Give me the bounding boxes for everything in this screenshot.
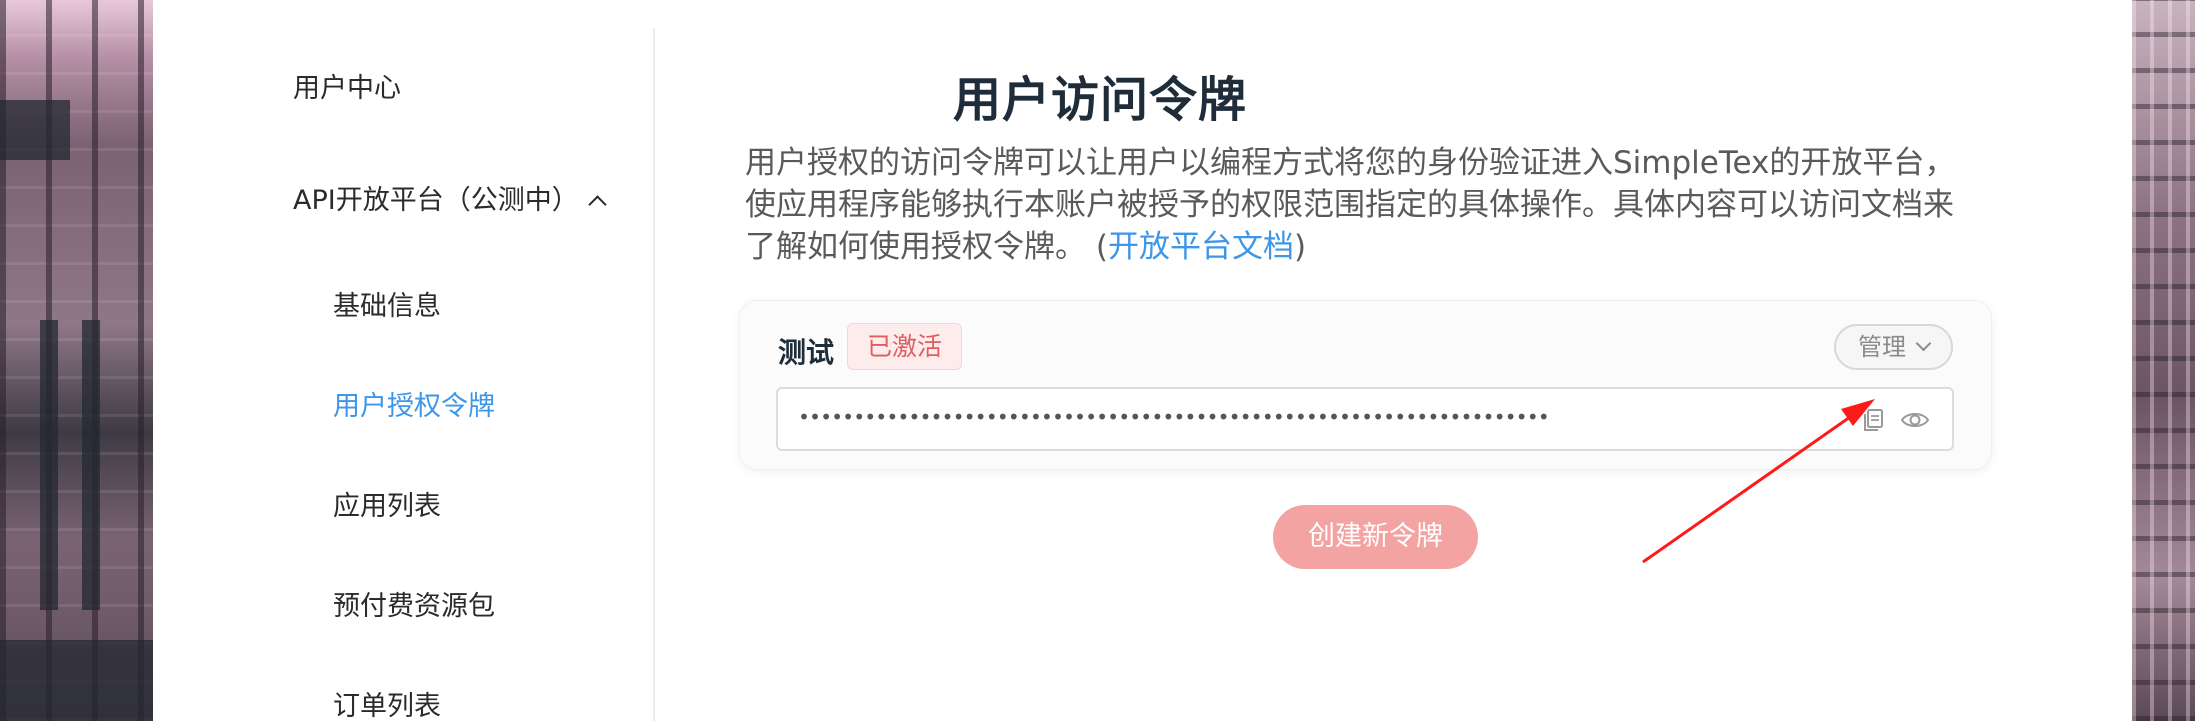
page-container: 用户中心 API开放平台（公测中） 基础信息 用户授权令牌 应用列表 预付费资源… — [153, 0, 2132, 721]
page-title: 用户访问令牌 — [953, 72, 1248, 128]
status-badge: 已激活 — [847, 323, 963, 370]
sidebar-item-label: 基础信息 — [333, 291, 441, 322]
sidebar-item-label: 用户授权令牌 — [333, 391, 495, 422]
token-field[interactable]: ••••••••••••••••••••••••••••••••••••••••… — [776, 387, 1954, 451]
background-photo-left — [0, 0, 153, 721]
sidebar-item-user-tokens[interactable]: 用户授权令牌 — [333, 384, 495, 423]
sidebar-item-label: 预付费资源包 — [333, 591, 495, 622]
description-line: 用户授权的访问令牌可以让用户以编程方式将您的身份验证进入SimpleTex的开放… — [745, 145, 1956, 181]
description-text: 了解如何使用授权令牌。 ( — [745, 229, 1108, 265]
sidebar-item-app-list[interactable]: 应用列表 — [333, 484, 441, 523]
sidebar-item-api-platform[interactable]: API开放平台（公测中） — [293, 178, 607, 217]
page-description: 用户授权的访问令牌可以让用户以编程方式将您的身份验证进入SimpleTex的开放… — [745, 142, 2165, 268]
chevron-up-icon — [588, 195, 607, 214]
description-line: 了解如何使用授权令牌。 (开放平台文档) — [745, 226, 2165, 268]
sidebar-divider — [653, 28, 655, 721]
platform-docs-link[interactable]: 开放平台文档 — [1108, 229, 1294, 265]
sidebar-item-label: API开放平台（公测中） — [293, 185, 579, 216]
token-name: 测试 — [778, 336, 835, 369]
sidebar-item-prepaid-packages[interactable]: 预付费资源包 — [333, 584, 495, 623]
manage-button[interactable]: 管理 — [1834, 324, 1953, 370]
description-line: 使应用程序能够执行本账户被授予的权限范围指定的具体操作。具体内容可以访问文档来 — [745, 187, 1954, 223]
eye-icon[interactable] — [1900, 407, 1930, 437]
background-photo-right — [2132, 0, 2195, 721]
copy-icon[interactable] — [1860, 407, 1886, 437]
manage-label: 管理 — [1858, 333, 1906, 361]
description-text: ) — [1293, 229, 1307, 265]
token-value: ••••••••••••••••••••••••••••••••••••••••… — [798, 405, 1550, 429]
sidebar-item-order-list[interactable]: 订单列表 — [333, 684, 441, 721]
chevron-down-icon — [1915, 335, 1932, 351]
sidebar-item-label: 应用列表 — [333, 491, 441, 522]
create-token-button[interactable]: 创建新令牌 — [1273, 505, 1478, 569]
sidebar-item-label: 订单列表 — [333, 691, 441, 721]
token-card: 测试 已激活 管理 ••••••••••••••••••••••••••••••… — [739, 300, 1992, 470]
sidebar-item-basic-info[interactable]: 基础信息 — [333, 284, 441, 323]
